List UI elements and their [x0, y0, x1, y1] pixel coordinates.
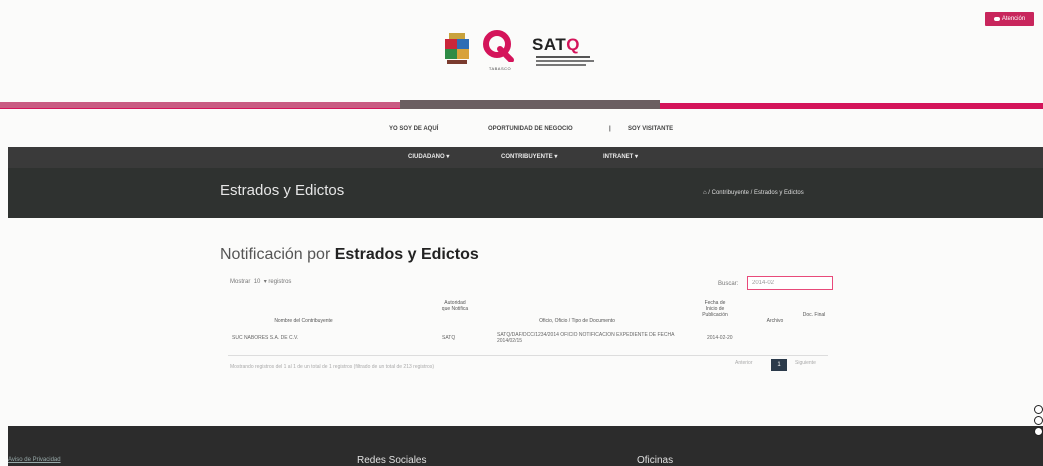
- cell-nombre: SUC NABORES S.A. DE C.V.: [232, 335, 299, 341]
- col-header-autoridad[interactable]: Autoridad que Notifica: [440, 300, 470, 312]
- page-length-select[interactable]: 10: [254, 279, 261, 285]
- menu-intranet[interactable]: INTRANET ▾: [603, 153, 638, 160]
- section-heading-prefix: Notificación por: [220, 246, 335, 263]
- menu-contribuyente[interactable]: CONTRIBUYENTE ▾: [501, 153, 557, 160]
- table-row-divider: [228, 355, 828, 356]
- footer: Aviso de Privacidad Redes Sociales Ofici…: [8, 426, 1043, 466]
- social-icon[interactable]: [1034, 416, 1043, 425]
- col-header-doc-final[interactable]: Doc. Final: [802, 312, 826, 318]
- page-title: Estrados y Edictos: [220, 182, 345, 199]
- social-icon[interactable]: [1034, 427, 1043, 436]
- satq-logo-text: SATQ: [532, 35, 580, 54]
- menu-ciudadano[interactable]: CIUDADANO ▾: [408, 153, 449, 160]
- help-button[interactable]: Atención: [985, 12, 1034, 26]
- page-length-control: Mostrar 10 ▾ registros: [230, 278, 291, 285]
- breadcrumb-current: Estrados y Edictos: [754, 190, 804, 196]
- search-label: Buscar:: [718, 281, 739, 287]
- q-logo: [483, 30, 514, 62]
- cell-fecha: 2014-02-20: [707, 335, 733, 341]
- top-link-separator: |: [609, 126, 611, 132]
- social-icon[interactable]: [1034, 405, 1043, 414]
- home-icon[interactable]: ⌂: [703, 190, 707, 196]
- state-crest-logo: [445, 33, 469, 64]
- section-heading: Notificación por Estrados y Edictos: [220, 246, 479, 264]
- search-input[interactable]: [747, 276, 833, 290]
- breadcrumb-separator: /: [708, 190, 710, 196]
- table-info: Mostrando registros del 1 al 1 de un tot…: [230, 364, 435, 370]
- cell-oficio: SATQ/DAF/DCC/1234/2014 OFICIO NOTIFICACI…: [497, 332, 675, 344]
- breadcrumb-separator: /: [750, 190, 753, 196]
- top-links: YO SOY DE AQUÍ OPORTUNIDAD DE NEGOCIO | …: [0, 126, 1043, 136]
- show-label: Mostrar: [230, 279, 251, 285]
- help-button-label: Atención: [1001, 16, 1026, 22]
- header-accent-band-center: [400, 100, 660, 109]
- side-social-buttons: [1034, 405, 1043, 438]
- show-suffix: ▾ registros: [263, 279, 292, 285]
- breadcrumb-contribuyente[interactable]: Contribuyente: [712, 190, 749, 196]
- pagination-next[interactable]: Siguiente: [795, 360, 816, 366]
- chat-icon: [993, 17, 1000, 21]
- col-header-nombre[interactable]: Nombre del Contribuyente: [256, 318, 351, 324]
- col-header-archivo[interactable]: Archivo: [760, 318, 790, 324]
- top-link-oportunidad[interactable]: OPORTUNIDAD DE NEGOCIO: [488, 126, 573, 132]
- col-header-fecha[interactable]: Fecha de Inicio de Publicación: [700, 300, 730, 318]
- page-title-bar: Estrados y Edictos ⌂ / Contribuyente / E…: [8, 168, 1043, 218]
- col-header-oficio[interactable]: Oficio, Oficio / Tipo de Documento: [512, 318, 642, 324]
- footer-oficinas: Oficinas: [637, 455, 674, 466]
- cell-autoridad: SATQ: [442, 335, 456, 341]
- main-menu: CIUDADANO ▾ CONTRIBUYENTE ▾ INTRANET ▾: [8, 147, 1043, 168]
- top-link-yo-soy-de-aqui[interactable]: YO SOY DE AQUÍ: [389, 126, 438, 132]
- breadcrumb: ⌂ / Contribuyente / Estrados y Edictos: [703, 190, 804, 196]
- pagination-prev[interactable]: Anterior: [735, 360, 753, 366]
- header-accent-band-left: [0, 102, 400, 108]
- pagination-current[interactable]: 1: [771, 359, 787, 371]
- section-heading-bold: Estrados y Edictos: [334, 246, 479, 263]
- satq-logo: SATQ: [532, 35, 580, 55]
- top-link-soy-visitante[interactable]: SOY VISITANTE: [628, 126, 673, 132]
- q-logo-caption: TABASCO: [488, 66, 512, 71]
- footer-privacy-link[interactable]: Aviso de Privacidad: [8, 457, 61, 463]
- satq-logo-subtitle-graphic: [536, 56, 594, 66]
- footer-redes-sociales: Redes Sociales: [357, 455, 427, 466]
